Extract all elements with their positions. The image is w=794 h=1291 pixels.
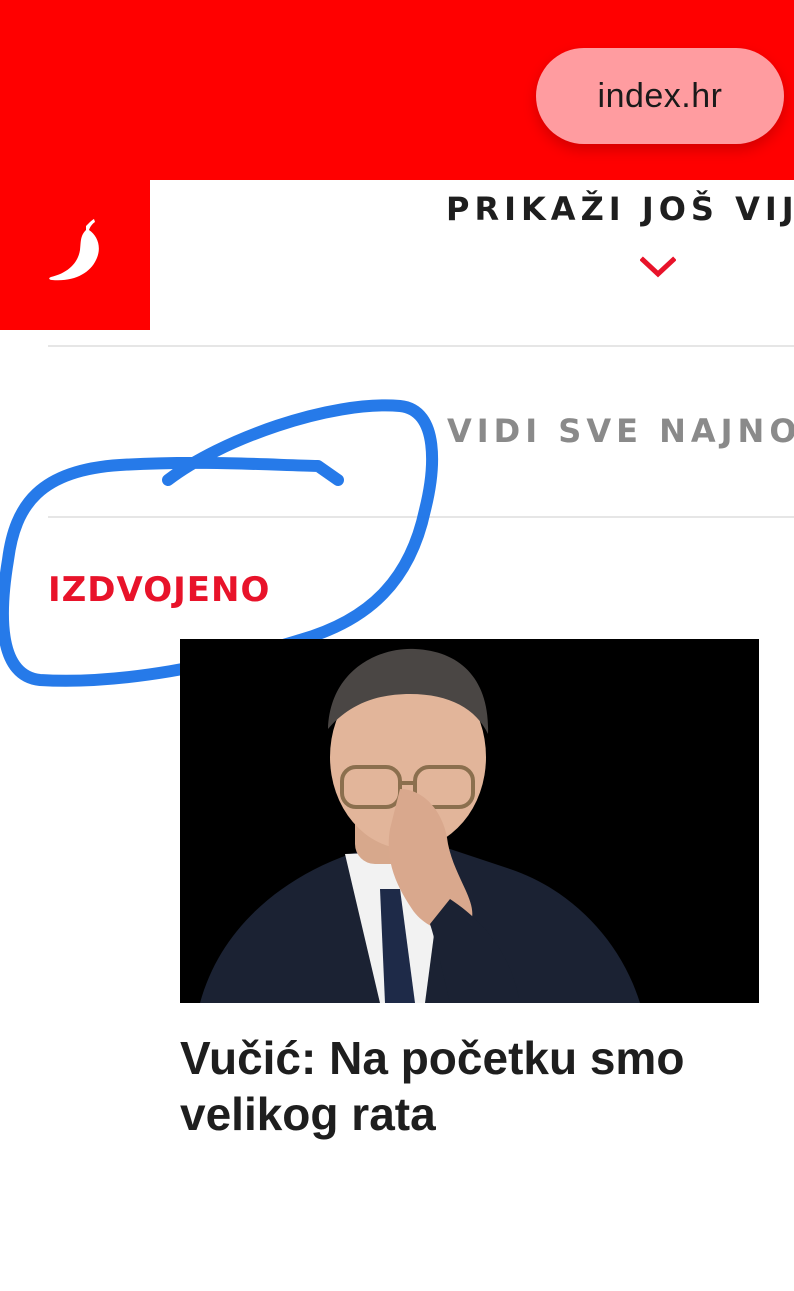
- top-bar: index.hr: [0, 0, 794, 180]
- see-all-latest-link[interactable]: VIDI SVE NAJNOV: [447, 412, 794, 450]
- chevron-down-icon[interactable]: [640, 256, 676, 280]
- divider: [48, 345, 794, 347]
- article-photo-graphic: [180, 639, 759, 1003]
- site-logo[interactable]: [0, 180, 150, 330]
- chili-pepper-icon: [49, 219, 99, 281]
- article-headline[interactable]: Vučić: Na početku smo velikog rata: [180, 1030, 740, 1142]
- show-more-link[interactable]: PRIKAŽI JOŠ VIJE: [446, 190, 794, 228]
- url-pill[interactable]: index.hr: [536, 48, 784, 144]
- url-text: index.hr: [597, 76, 723, 115]
- page: index.hr PRIKAŽI JOŠ VIJE VIDI SVE NAJNO…: [0, 0, 794, 1291]
- article-photo[interactable]: [180, 639, 759, 1003]
